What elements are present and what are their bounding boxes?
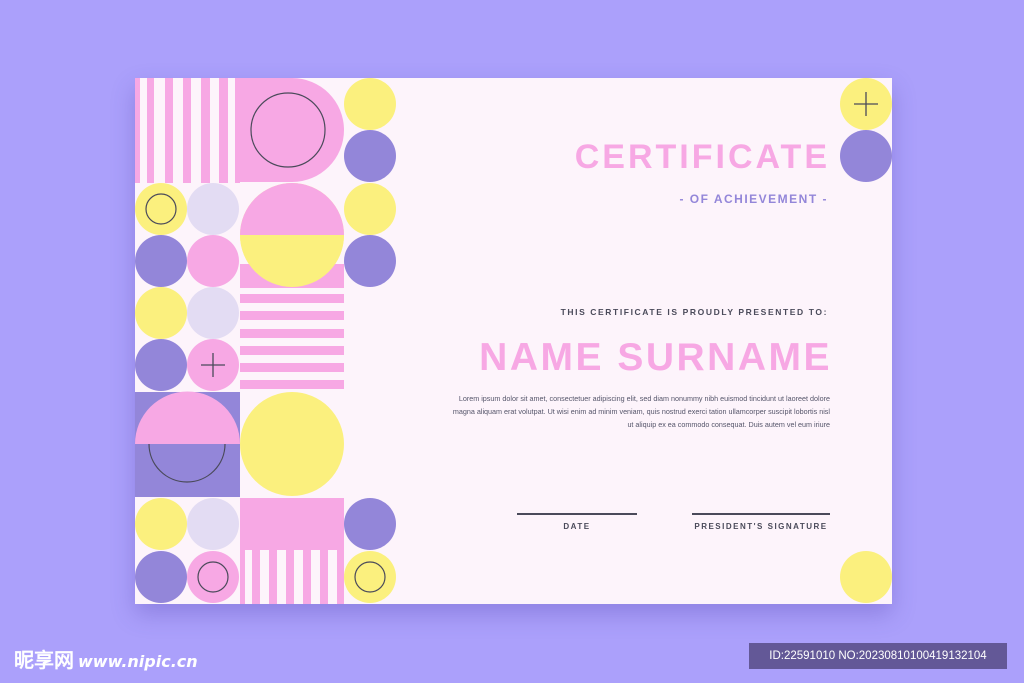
lavender-circle [187,498,239,550]
yellow-circle [135,498,187,550]
recipient-name: NAME SURNAME [479,336,832,379]
date-label: DATE [563,522,591,531]
certificate-title: CERTIFICATE [574,138,830,176]
watermark-logo-text: 昵享网 [14,648,74,672]
purple-circle [344,235,396,287]
horizontal-stripes-block [240,294,344,389]
yellow-circle [135,287,187,339]
certificate-card: CERTIFICATE - OF ACHIEVEMENT - THIS CERT… [135,78,892,604]
purple-half-circle-block [135,391,240,497]
body-line: ut aliquip ex ea commodo consequat. Duis… [627,420,830,429]
purple-circle [344,130,396,182]
yellow-circle [135,183,187,235]
body-line: magna aliquam erat volutpat. Ut wisi eni… [452,407,830,416]
certificate-subtitle: - OF ACHIEVEMENT - [679,192,828,206]
body-line: Lorem ipsum dolor sit amet, consectetuer… [458,394,830,403]
split-circle-block [240,183,344,288]
pink-circle [187,551,239,603]
purple-circle [135,235,187,287]
signature-label: PRESIDENT'S SIGNATURE [694,522,828,531]
signature-line [692,513,830,515]
certificate-body: Lorem ipsum dolor sit amet, consectetuer… [410,392,830,431]
yellow-circle [344,183,396,235]
pink-stripes-block [135,78,240,183]
pink-comb-block [240,498,344,604]
pink-circle [187,235,239,287]
presented-to-label: THIS CERTIFICATE IS PROUDLY PRESENTED TO… [560,307,828,317]
yellow-circle [344,78,396,130]
lavender-circle [187,287,239,339]
purple-circle [135,551,187,603]
yellow-circle [344,551,396,603]
date-line [517,513,637,515]
yellow-circle [840,551,892,603]
purple-circle [840,130,892,182]
lavender-circle [187,183,239,235]
watermark-url: www.nipic.cn [78,652,198,671]
watermark-id: ID:22591010 NO:20230810100419132104 [749,643,1007,669]
purple-circle [344,498,396,550]
watermark-logo: 昵享网 www.nipic.cn [14,644,198,673]
yellow-big-circle [240,392,344,496]
purple-circle [135,339,187,391]
